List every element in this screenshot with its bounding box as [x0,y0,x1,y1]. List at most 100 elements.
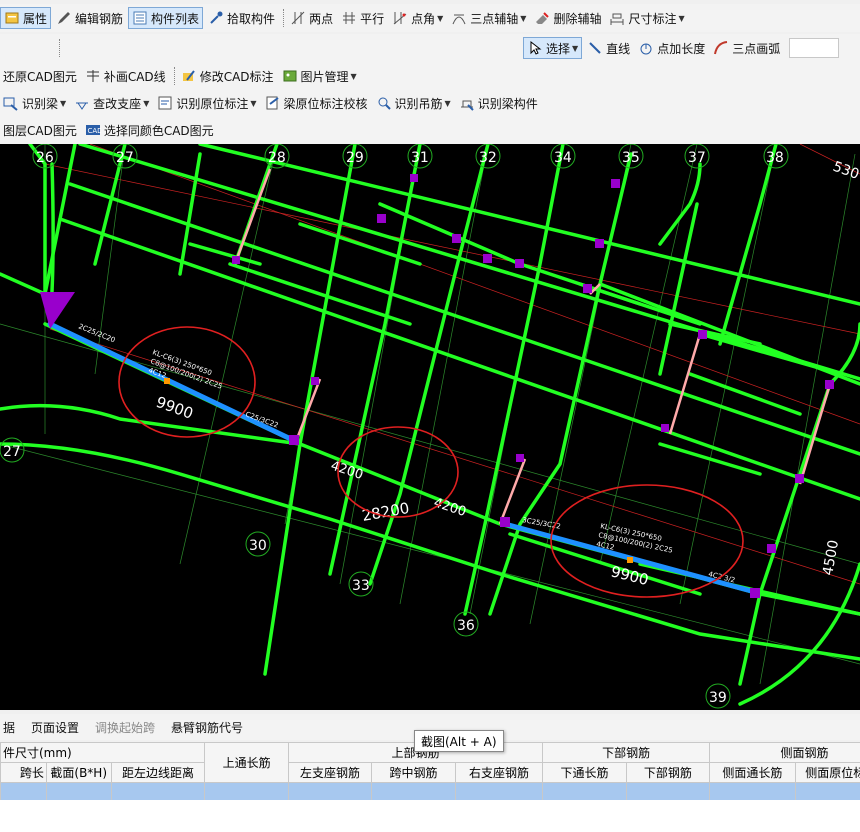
cad-drawing-canvas[interactable]: 26 27 28 29 31 32 34 35 37 38 530 27 30 … [0,144,860,710]
dropdown-arrow-icon[interactable]: ▼ [445,99,451,108]
modify-cad-label-button[interactable]: 修改CAD标注 [178,65,277,87]
beams [0,144,860,706]
axis-label: 28 [268,150,286,166]
identify-beam-icon [3,95,19,111]
hanger-icon [376,95,392,111]
col-side-in-situ: 侧面原位标注筋 [794,762,860,783]
patch-cad-line-button[interactable]: 补画CAD线 [82,65,169,87]
screenshot-tooltip: 截图(Alt + A) [414,730,504,752]
toolbar-separator [283,9,285,27]
dropdown-arrow-icon[interactable]: ▼ [678,14,684,23]
identify-beam-button[interactable]: 识别梁 ▼ [0,92,69,114]
dimension-text: 9900 [154,393,196,423]
check-support-button[interactable]: 查改支座 ▼ [71,92,152,114]
identify-in-situ-button[interactable]: 识别原位标注 ▼ [154,92,259,114]
layer-cad-button[interactable]: 图层CAD图元 [0,119,80,141]
col-section: 截面(B*H) [45,762,112,783]
axis-label: 27 [3,444,21,460]
axis-label: 36 [457,618,475,634]
point-angle-icon [392,10,408,26]
dropdown-arrow-icon[interactable]: ▼ [250,99,256,108]
adjust-start-span-button[interactable]: 调换起始跨 [92,716,158,738]
restore-cad-button[interactable]: 还原CAD图元 [0,65,80,87]
select-same-color-button[interactable]: CAD 选择同颜色CAD图元 [82,119,217,141]
cad-toolbar: 还原CAD图元 补画CAD线 修改CAD标注 图片管理 ▼ [0,62,860,90]
support-icon [74,95,90,111]
col-dist-left: 距左边线距离 [110,762,206,783]
toolbar-separator [173,67,175,85]
eraser-icon [534,10,550,26]
axis-label: 29 [346,150,364,166]
beam-in-situ-check-button[interactable]: 梁原位标注校核 [262,92,371,114]
patch-line-icon [85,68,101,84]
three-point-aux-button[interactable]: 三点辅轴 ▼ [448,7,529,29]
edit-label-icon [181,68,197,84]
image-management-button[interactable]: 图片管理 ▼ [279,65,360,87]
in-situ-icon [157,95,173,111]
col-group-size: 件尺寸(mm) [0,742,206,763]
dimension-text: 4200 [432,496,468,520]
three-point-arc-button[interactable]: 三点画弧 [710,37,783,59]
two-points-button[interactable]: 两点 [287,7,336,29]
dropdown-arrow-icon[interactable]: ▼ [60,99,66,108]
axis-label: 34 [554,150,572,166]
toolbar-grip[interactable] [59,39,60,57]
parallel-icon [341,10,357,26]
cantilever-code-button[interactable]: 悬臂钢筋代号 [168,716,246,738]
axis-label: 39 [709,690,727,706]
dimension-icon [609,10,625,26]
col-group-bottom-rebar: 下部钢筋 [542,742,711,763]
beam-member-icon [459,95,475,111]
dimension-button[interactable]: 尺寸标注 ▼ [606,7,687,29]
col-side-continuous: 侧面通长筋 [709,762,796,783]
edit-rebar-button[interactable]: 编辑钢筋 [53,7,126,29]
cursor-arrow-icon [527,40,543,56]
axis-label: 530 [831,159,860,183]
dropdown-arrow-icon[interactable]: ▼ [351,72,357,81]
cad-layer-toolbar: 图层CAD图元 CAD 选择同颜色CAD图元 [0,116,860,144]
cad-drawing: 26 27 28 29 31 32 34 35 37 38 530 27 30 … [0,144,860,709]
dropdown-arrow-icon[interactable]: ▼ [437,14,443,23]
point-length-button[interactable]: 点加长度 [635,37,708,59]
parallel-button[interactable]: 平行 [338,7,387,29]
eyedropper-icon [208,10,224,26]
table-empty-area [0,800,860,832]
dropdown-arrow-icon[interactable]: ▼ [572,44,578,53]
columns [40,174,834,598]
col-left-support: 左支座钢筋 [287,762,373,783]
draw-toolbar: 选择 ▼ 直线 点加长度 三点画弧 [0,34,860,62]
page-setup-button[interactable]: 页面设置 [28,716,82,738]
col-mid-span: 跨中钢筋 [371,762,456,783]
select-button[interactable]: 选择 ▼ [523,37,583,59]
component-list-button[interactable]: 构件列表 [128,7,204,29]
col-right-support: 右支座钢筋 [454,762,544,783]
col-span-length: 跨长 [0,762,47,783]
beam-annotation-a: KL-C6(3) 250*650 C8@100/200(2) 2C25 4C12 [147,348,223,390]
line-button[interactable]: 直线 [584,37,633,59]
line-icon [587,40,603,56]
axis-label: 35 [622,150,640,166]
data-button[interactable]: 据 [0,716,18,738]
pick-component-button[interactable]: 拾取构件 [205,7,278,29]
draw-mode-select[interactable] [789,38,840,58]
dropdown-arrow-icon[interactable]: ▼ [520,14,526,23]
dimension-text: 4200 [329,459,365,483]
beam-identify-toolbar: 识别梁 ▼ 查改支座 ▼ 识别原位标注 ▼ 梁原位标注校核 识别吊筋 ▼ 识别梁构件 [0,90,860,116]
point-angle-button[interactable]: 点角 ▼ [389,7,446,29]
col-top-continuous: 上通长筋 [204,742,289,783]
three-point-aux-icon [451,10,467,26]
point-length-icon [638,40,654,56]
identify-hanger-button[interactable]: 识别吊筋 ▼ [373,92,454,114]
delete-aux-button[interactable]: 删除辅轴 [531,7,604,29]
col-group-side-rebar: 侧面钢筋 [709,742,860,763]
axis-label: 32 [479,150,497,166]
dropdown-arrow-icon[interactable]: ▼ [143,99,149,108]
identify-beam-member-button[interactable]: 识别梁构件 [456,92,541,114]
properties-button[interactable]: 属性 [0,7,52,29]
svg-text:CAD: CAD [87,127,101,135]
axis-label: 37 [688,150,706,166]
axis-label: 31 [411,150,429,166]
axis-label: 27 [116,150,134,166]
arc-icon [713,40,729,56]
image-icon [282,68,298,84]
